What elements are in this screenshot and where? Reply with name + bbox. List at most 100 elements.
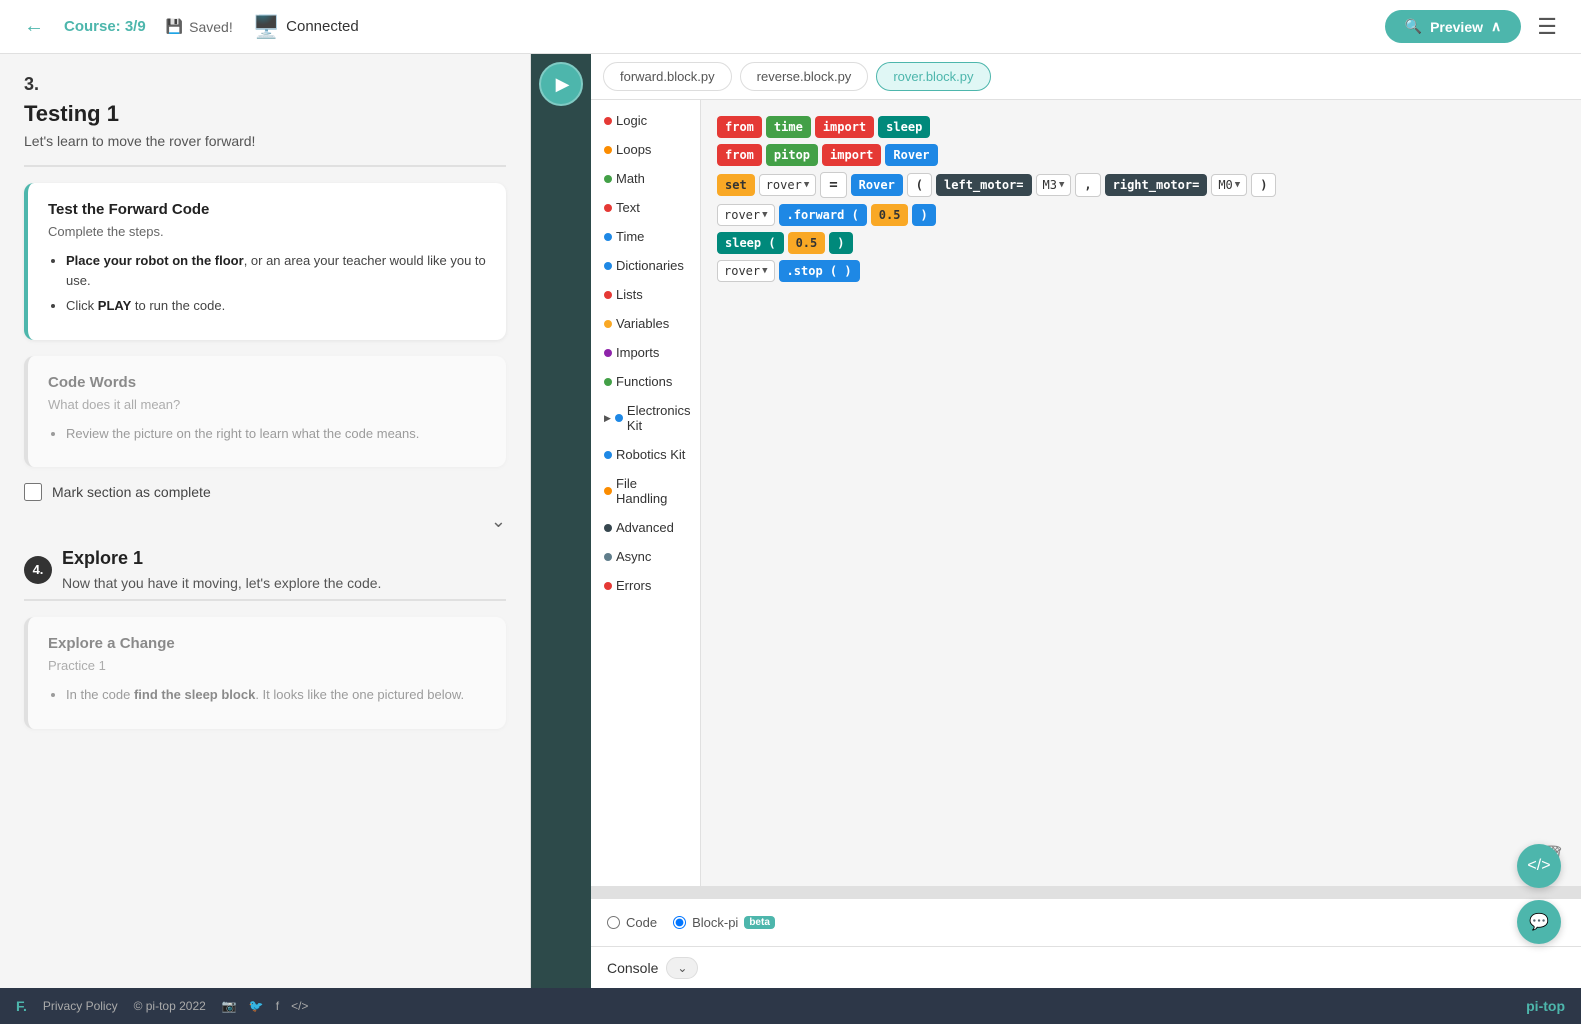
- import-block[interactable]: import: [815, 116, 874, 138]
- list-item: Review the picture on the right to learn…: [66, 424, 486, 444]
- rover-stop-dropdown[interactable]: rover ▼: [717, 260, 775, 282]
- stop-method-block[interactable]: .stop ( ): [779, 260, 860, 282]
- connected-status: 🖥️ Connected: [253, 14, 359, 40]
- block-row-1: from time import sleep: [717, 116, 1565, 138]
- cat-imports[interactable]: Imports: [591, 338, 700, 367]
- forward-close-block: ): [912, 204, 935, 226]
- cat-async[interactable]: Async: [591, 542, 700, 571]
- play-button[interactable]: ▶: [539, 62, 583, 106]
- cat-time[interactable]: Time: [591, 222, 700, 251]
- cat-dot: [604, 175, 612, 183]
- explore-card: Explore a Change Practice 1 In the code …: [24, 617, 506, 729]
- test-forward-card: Test the Forward Code Complete the steps…: [24, 183, 506, 340]
- cat-lists[interactable]: Lists: [591, 280, 700, 309]
- cat-electronics[interactable]: Electronics Kit: [591, 396, 700, 440]
- m0-dropdown[interactable]: M0 ▼: [1211, 174, 1247, 196]
- chat-float-button[interactable]: 💬: [1517, 900, 1561, 944]
- play-panel: ▶: [531, 54, 591, 988]
- rover-constructor-block[interactable]: Rover: [851, 174, 903, 196]
- cat-robotics[interactable]: Robotics Kit: [591, 440, 700, 469]
- cat-dot: [604, 378, 612, 386]
- chevron-up-icon: ∧: [1491, 18, 1501, 35]
- import2-block[interactable]: import: [822, 144, 881, 166]
- preview-button[interactable]: 🔍 Preview ∧: [1385, 10, 1522, 43]
- cat-functions[interactable]: Functions: [591, 367, 700, 396]
- forward-val-block[interactable]: 0.5: [871, 204, 909, 226]
- cat-dot: [604, 349, 612, 357]
- back-button[interactable]: ←: [24, 15, 44, 38]
- cat-dot: [615, 414, 623, 422]
- sleep-call-block[interactable]: sleep (: [717, 232, 784, 254]
- from2-block[interactable]: from: [717, 144, 762, 166]
- footer-logo: F.: [16, 998, 27, 1014]
- cat-dictionaries[interactable]: Dictionaries: [591, 251, 700, 280]
- card1-title: Test the Forward Code: [48, 201, 486, 218]
- console-toggle[interactable]: ⌄: [666, 957, 698, 979]
- set-block[interactable]: set: [717, 174, 755, 196]
- float-buttons: </> 💬: [1517, 844, 1561, 944]
- from-block[interactable]: from: [717, 116, 762, 138]
- code-option[interactable]: Code: [607, 915, 657, 930]
- mark-complete-checkbox[interactable]: [24, 483, 42, 501]
- step-3-desc: Let's learn to move the rover forward!: [24, 133, 506, 149]
- list-item: Click PLAY to run the code.: [66, 296, 486, 316]
- facebook-icon[interactable]: f: [276, 999, 279, 1013]
- code-words-card: Code Words What does it all mean? Review…: [24, 356, 506, 468]
- cat-math[interactable]: Math: [591, 164, 700, 193]
- block-row-4: rover ▼ .forward ( 0.5 ): [717, 204, 1565, 226]
- pitop-block[interactable]: pitop: [766, 144, 818, 166]
- cat-dot: [604, 553, 612, 561]
- left-motor-block: left_motor=: [936, 174, 1031, 196]
- step-3-title: Testing 1: [24, 101, 506, 127]
- cat-loops[interactable]: Loops: [591, 135, 700, 164]
- tab-rover[interactable]: rover.block.py: [876, 62, 990, 91]
- m3-dropdown[interactable]: M3 ▼: [1036, 174, 1072, 196]
- cat-file-handling[interactable]: File Handling: [591, 469, 700, 513]
- list-item: Place your robot on the floor, or an are…: [66, 251, 486, 290]
- block-editor: Logic Loops Math Text: [591, 100, 1581, 886]
- rover-forward-dropdown[interactable]: rover ▼: [717, 204, 775, 226]
- sleep-val-block[interactable]: 0.5: [788, 232, 826, 254]
- blockpi-option[interactable]: Block-pi beta: [673, 915, 775, 930]
- forward-method-block[interactable]: .forward (: [779, 204, 867, 226]
- scroll-bar[interactable]: [591, 886, 1581, 898]
- play-icon: ▶: [556, 74, 570, 95]
- cat-variables[interactable]: Variables: [591, 309, 700, 338]
- twitter-icon[interactable]: 🐦: [249, 999, 264, 1013]
- step-3: 3. Testing 1 Let's learn to move the rov…: [24, 74, 506, 501]
- cat-advanced[interactable]: Advanced: [591, 513, 700, 542]
- block-row-6: rover ▼ .stop ( ): [717, 260, 1565, 282]
- step-4-badge: 4.: [24, 556, 52, 584]
- tab-forward[interactable]: forward.block.py: [603, 62, 732, 91]
- rover-var-dropdown[interactable]: rover ▼: [759, 174, 817, 196]
- right-motor-block: right_motor=: [1105, 174, 1208, 196]
- comma-block: ,: [1075, 173, 1100, 197]
- card2-subtitle: What does it all mean?: [48, 397, 486, 412]
- code-float-button[interactable]: </>: [1517, 844, 1561, 888]
- sleep-block[interactable]: sleep: [878, 116, 930, 138]
- code-icon[interactable]: </>: [291, 999, 308, 1013]
- cat-errors[interactable]: Errors: [591, 571, 700, 600]
- console-label: Console: [607, 960, 658, 976]
- category-sidebar: Logic Loops Math Text: [591, 100, 701, 886]
- step-3-number: 3.: [24, 74, 506, 95]
- editor-area: forward.block.py reverse.block.py rover.…: [591, 54, 1581, 988]
- collapse-arrow[interactable]: ⌄: [491, 511, 506, 532]
- equals-block: =: [820, 172, 846, 198]
- cat-dot: [604, 291, 612, 299]
- blockpi-radio[interactable]: [673, 916, 686, 929]
- cat-dot: [604, 582, 612, 590]
- code-radio[interactable]: [607, 916, 620, 929]
- instagram-icon[interactable]: 📷: [222, 999, 237, 1013]
- footer-privacy[interactable]: Privacy Policy: [43, 999, 118, 1013]
- tab-reverse[interactable]: reverse.block.py: [740, 62, 869, 91]
- menu-button[interactable]: ☰: [1537, 14, 1557, 40]
- time-block[interactable]: time: [766, 116, 811, 138]
- footer: F. Privacy Policy © pi-top 2022 📷 🐦 f </…: [0, 988, 1581, 1024]
- cat-logic[interactable]: Logic: [591, 106, 700, 135]
- course-label: Course: 3/9: [64, 18, 146, 35]
- cat-text[interactable]: Text: [591, 193, 700, 222]
- mode-toggle-bar: Code Block-pi beta: [591, 898, 1581, 946]
- save-icon: 💾: [166, 18, 183, 35]
- rover-class-block[interactable]: Rover: [885, 144, 937, 166]
